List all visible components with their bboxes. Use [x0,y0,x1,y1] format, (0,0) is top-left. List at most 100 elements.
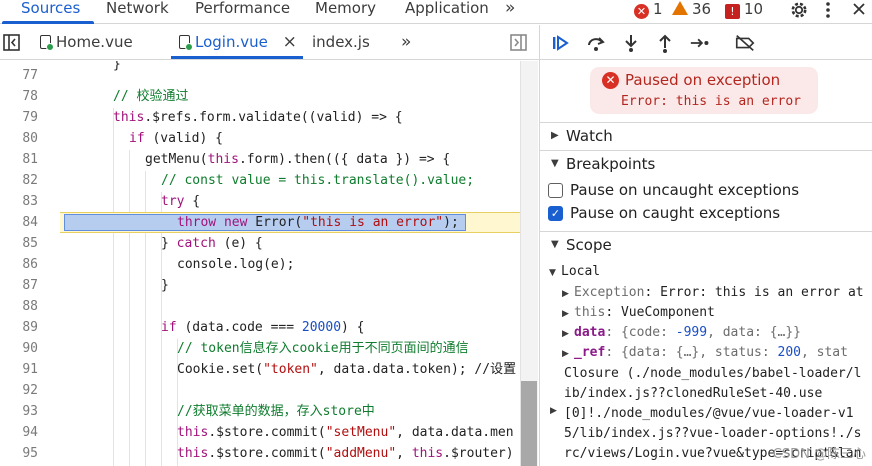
code-line: Cookie.set("token", data.data.token); //… [177,359,516,380]
code-token: new [223,215,248,230]
scope-section-header[interactable]: ▼ Scope [540,231,872,259]
scope-value: , data: {…}} [707,325,801,340]
collapse-triangle-icon: ▼ [549,268,556,278]
close-devtools-icon[interactable] [852,2,866,16]
tab-application[interactable]: Application [405,0,489,24]
line-number[interactable]: 85 [0,233,38,254]
tab-performance[interactable]: Performance [195,0,290,24]
scope-key: this [574,305,606,320]
pause-uncaught-checkbox[interactable] [548,183,563,198]
line-number[interactable]: 93 [0,401,38,422]
code-token: catch [176,236,216,251]
line-number[interactable]: 86 [0,254,38,275]
code-token: .$refs.form.validate((valid) => { [144,110,403,125]
warnings-badge[interactable]: 36 [672,1,711,17]
breakpoints-label: Breakpoints [566,155,656,173]
pause-caught-checkbox[interactable]: ✓ [548,206,563,221]
collapse-triangle-icon: ▼ [551,158,559,169]
scope-key: data [574,325,606,340]
errors-badge[interactable]: ✕ 1 [634,1,663,19]
step-out-icon[interactable] [654,33,676,53]
line-number[interactable]: 82 [0,170,38,191]
step-over-icon[interactable] [585,33,607,53]
watch-label: Watch [566,127,613,145]
scope-label: Scope [566,236,612,254]
warning-icon [672,1,688,15]
watermark: CSDN @陈三心 [772,447,866,462]
scope-ref-row[interactable]: ▶ _ref: {data: {…}, status: 200, stat [562,343,848,363]
watch-section-header[interactable]: ▶ Watch [540,122,872,150]
line-number[interactable]: 89 [0,317,38,338]
more-tabs-chevron-icon[interactable]: » [505,0,515,24]
scope-local-row[interactable]: ▼ Local [549,262,600,282]
issues-count: 10 [744,0,764,18]
scope-data-row[interactable]: ▶ data: {code: -999, data: {…}} [562,323,801,343]
scope-key: Exception [574,285,645,300]
line-number[interactable]: 80 [0,128,38,149]
pause-caught-label: Pause on caught exceptions [570,204,781,222]
code-token: try [161,194,185,209]
code-token: this [177,425,209,440]
breakpoints-section-header[interactable]: ▼ Breakpoints [540,150,872,178]
toggle-debugger-icon[interactable] [510,34,527,51]
code-line: //获取菜单的数据，存入store中 [177,404,375,419]
kebab-menu-icon[interactable] [825,1,831,19]
code-token: { [184,194,201,209]
code-line: if (data.code === 20000) { [161,317,365,338]
line-number[interactable]: 79 [0,107,38,128]
line-number[interactable]: 77 [0,65,38,86]
issues-badge[interactable]: ! 10 [725,1,763,19]
step-into-icon[interactable] [620,33,642,53]
line-number[interactable]: 92 [0,380,38,401]
debugger-toolbar [540,25,872,60]
line-number[interactable]: 87 [0,275,38,296]
line-number[interactable]: 95 [0,443,38,464]
code-line: getMenu(this.form).then(({ data }) => { [145,149,450,170]
code-line: // 校验通过 [113,89,189,104]
code-line: console.log(e); [177,257,295,272]
step-icon[interactable] [689,33,711,53]
close-tab-icon[interactable]: × [283,32,297,52]
expand-triangle-icon: ▶ [562,289,569,299]
settings-gear-icon[interactable] [789,0,809,20]
file-tab-home[interactable]: Home.vue [40,33,133,51]
resume-icon[interactable] [550,33,572,53]
more-files-chevron-icon[interactable]: » [401,33,411,51]
code-token: Error( [247,215,303,230]
vue-file-icon [40,35,54,51]
line-number[interactable]: 91 [0,359,38,380]
code-token: (e) { [215,236,263,251]
tab-memory[interactable]: Memory [315,0,376,24]
scope-exception-row[interactable]: ▶ Exception: Error: this is an error at [562,283,864,303]
scope-this-row[interactable]: ▶ this: VueComponent [562,303,715,323]
line-number[interactable]: 78 [0,86,38,107]
line-number[interactable]: 84 [0,212,38,233]
active-tab-indicator [2,21,94,24]
code-editor[interactable]: 77 78 79 80 81 82 83 84 85 86 87 88 89 9… [0,61,540,466]
code-token: .$store.commit( [208,446,326,461]
code-token: (valid) { [144,131,223,146]
line-number[interactable]: 88 [0,296,38,317]
tab-network[interactable]: Network [106,0,169,24]
code-token: .form).then(({ data }) => { [238,152,451,167]
code-token: .$router) [443,446,514,461]
line-number[interactable]: 90 [0,338,38,359]
toggle-navigator-icon[interactable] [3,34,20,51]
line-number[interactable]: 94 [0,422,38,443]
expand-triangle-icon[interactable]: ▶ [550,406,562,416]
line-number[interactable]: 83 [0,191,38,212]
file-tab-index[interactable]: index.js [312,33,370,51]
line-number[interactable]: 81 [0,149,38,170]
code-line: } catch (e) { [161,233,263,254]
code-line: } [161,278,169,293]
warnings-count: 36 [692,0,712,18]
code-token: this [411,446,444,461]
file-tab-login[interactable]: Login.vue × [179,33,297,51]
code-token: "this is an error" [302,215,444,230]
editor-scroll-thumb[interactable] [521,381,537,466]
indent-guide [113,108,114,466]
code-token: ); [443,215,459,230]
issues-icon: ! [725,4,740,19]
code-token: throw [177,215,217,230]
deactivate-breakpoints-icon[interactable] [734,33,756,53]
